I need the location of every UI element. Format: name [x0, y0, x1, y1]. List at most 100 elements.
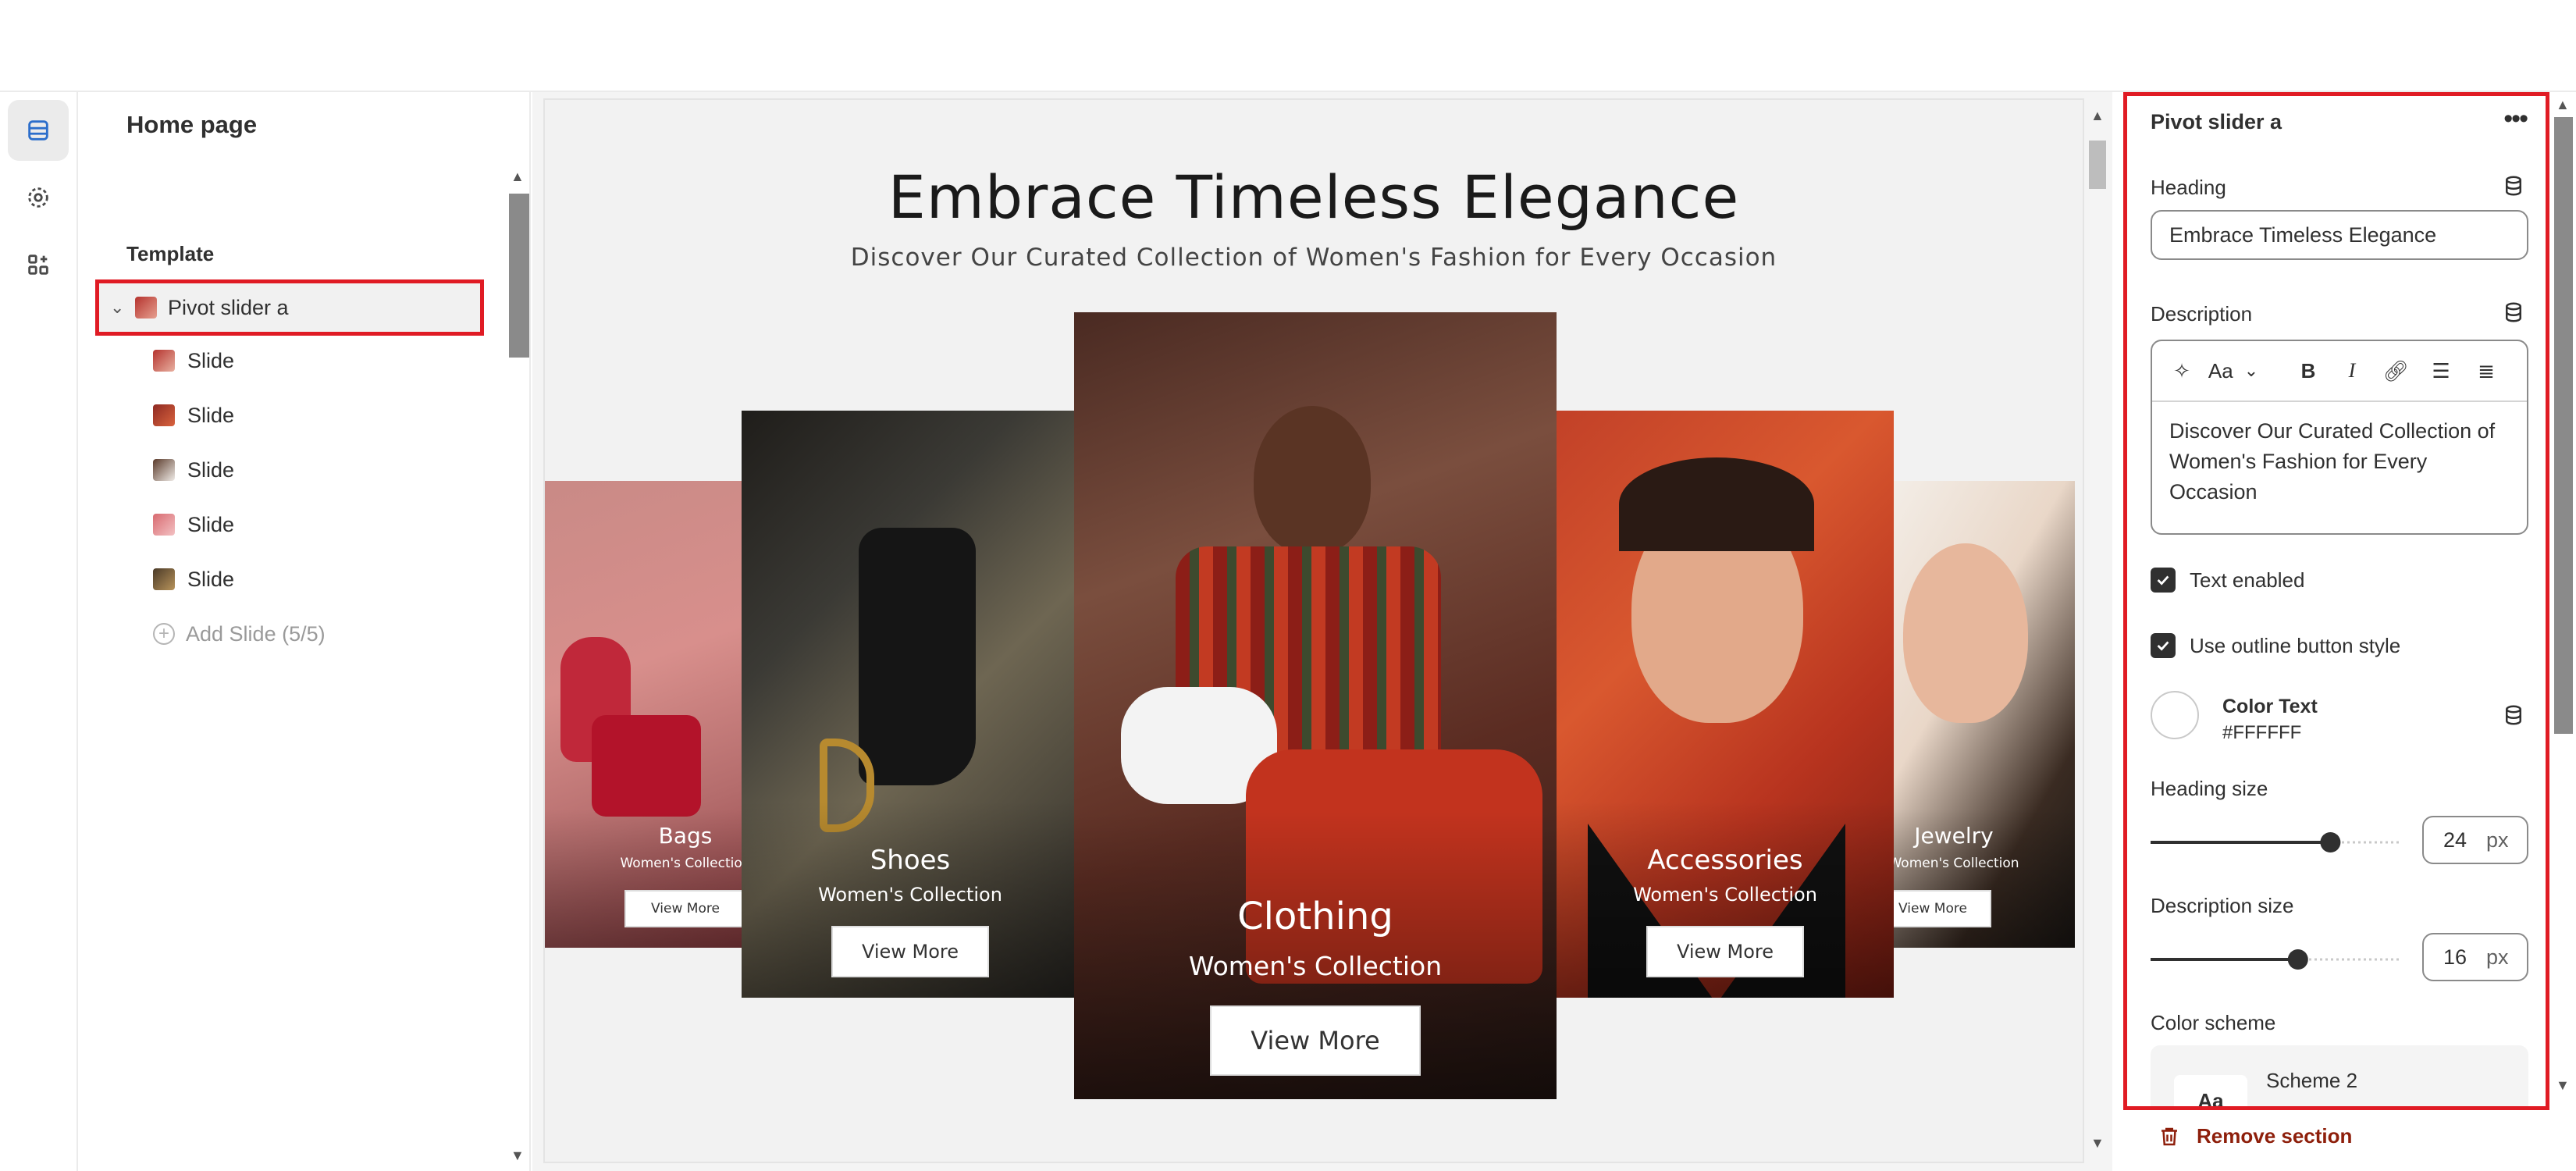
portrait-shape — [1903, 543, 2028, 723]
italic-icon[interactable]: I — [2336, 355, 2368, 386]
block-label: Slide — [187, 457, 235, 482]
handbag-shape — [592, 715, 701, 817]
slide-card-jewelry[interactable]: Jewelry Women's Collection View More — [1880, 481, 2075, 948]
slide-title: Clothing — [1237, 895, 1393, 938]
heading-label: Heading — [2151, 176, 2226, 199]
section-item-pivot-slider[interactable]: ⌄ Pivot slider a — [95, 279, 484, 336]
block-label: Slide — [187, 403, 235, 427]
text-enabled-checkbox[interactable]: Text enabled — [2151, 568, 2304, 593]
slide-thumbnail-icon — [153, 568, 175, 590]
slide-card-shoes[interactable]: Shoes Women's Collection View More — [742, 411, 1079, 998]
heading-input[interactable]: Embrace Timeless Elegance — [2151, 210, 2528, 260]
slide-card-clothing[interactable]: Clothing Women's Collection View More — [1074, 312, 1557, 1099]
add-slide-button[interactable]: + Add Slide (5/5) — [153, 610, 326, 657]
more-options-icon[interactable]: ••• — [2503, 104, 2528, 134]
view-more-button[interactable]: View More — [1210, 1005, 1421, 1076]
gear-icon — [28, 187, 48, 208]
block-label: Slide — [187, 512, 235, 536]
preview-canvas: Embrace Timeless Elegance Discover Our C… — [545, 100, 2083, 1162]
rte-toolbar: ✧ Aa ⌄ B I 🔗︎ ☰ ≣ — [2152, 341, 2527, 402]
block-item-slide[interactable]: Slide — [153, 501, 234, 548]
block-item-slide[interactable]: Slide — [153, 447, 234, 493]
preview-scrollbar[interactable] — [2089, 141, 2106, 189]
ai-sparkle-icon[interactable]: ✧ — [2166, 355, 2197, 386]
portrait-shape — [1254, 406, 1371, 554]
color-scheme-select[interactable]: Aa Scheme 2 — [2151, 1045, 2528, 1106]
slide-thumbnail-icon — [153, 514, 175, 536]
chevron-down-icon[interactable]: ⌄ — [110, 297, 129, 318]
outline-button-checkbox[interactable]: Use outline button style — [2151, 633, 2400, 658]
scroll-up-icon[interactable]: ▲ — [2556, 97, 2570, 113]
checkbox-checked-icon[interactable] — [2151, 568, 2176, 593]
color-text-swatch[interactable] — [2151, 691, 2199, 739]
trash-icon — [2161, 1127, 2177, 1145]
view-more-button[interactable]: View More — [831, 926, 989, 977]
description-size-label: Description size — [2151, 894, 2294, 917]
sections-icon — [28, 120, 48, 141]
view-more-button[interactable]: View More — [1880, 890, 1991, 927]
description-size-input[interactable]: 16 px — [2422, 933, 2528, 981]
template-group-label: Template — [126, 242, 215, 265]
bullet-list-icon[interactable]: ☰ — [2425, 355, 2457, 386]
scroll-up-icon[interactable]: ▲ — [511, 169, 525, 185]
description-label: Description — [2151, 302, 2253, 326]
scroll-down-icon[interactable]: ▼ — [511, 1148, 525, 1164]
dynamic-source-icon[interactable] — [2502, 703, 2525, 727]
scheme-preview-swatch: Aa — [2174, 1075, 2247, 1106]
slide-subtitle: Women's Collection — [1633, 884, 1817, 906]
view-more-button[interactable]: View More — [1646, 926, 1804, 977]
dynamic-source-icon[interactable] — [2502, 174, 2525, 198]
heading-size-value[interactable]: 24 — [2424, 828, 2486, 852]
description-size-slider[interactable] — [2151, 944, 2400, 975]
sections-nav-button[interactable] — [8, 100, 69, 161]
hair-shape — [1619, 457, 1814, 551]
slide-title: Shoes — [870, 845, 951, 876]
slide-subtitle: Women's Collection — [1888, 856, 2019, 871]
section-label: Pivot slider a — [168, 295, 289, 319]
add-slide-label: Add Slide (5/5) — [186, 621, 326, 646]
icon-rail — [0, 92, 78, 1171]
description-editor[interactable]: ✧ Aa ⌄ B I 🔗︎ ☰ ≣ Discover Our Curated Co… — [2151, 340, 2528, 535]
plus-circle-icon: + — [153, 623, 175, 645]
color-scheme-label: Color scheme — [2151, 1011, 2276, 1034]
scroll-down-icon[interactable]: ▼ — [2090, 1135, 2105, 1151]
scroll-down-icon[interactable]: ▼ — [2556, 1077, 2570, 1094]
description-size-value[interactable]: 16 — [2424, 945, 2486, 970]
section-settings-panel: Pivot slider a ••• Heading Embrace Timel… — [2123, 92, 2549, 1110]
top-bar — [0, 0, 2576, 92]
slide-card-accessories[interactable]: Accessories Women's Collection View More — [1557, 411, 1894, 998]
slider-heading: Embrace Timeless Elegance — [888, 162, 1740, 232]
settings-nav-button[interactable] — [8, 167, 69, 228]
link-icon[interactable]: 🔗︎ — [2380, 355, 2411, 386]
apps-icon — [28, 254, 48, 275]
panel-scrollbar[interactable] — [2554, 117, 2573, 734]
slide-subtitle: Women's Collection — [1188, 951, 1443, 981]
remove-section-button[interactable]: Remove section — [2158, 1124, 2352, 1148]
slide-title: Accessories — [1647, 845, 1803, 876]
slider-handle[interactable] — [2320, 832, 2341, 852]
bold-icon[interactable]: B — [2293, 355, 2324, 386]
checkbox-checked-icon[interactable] — [2151, 633, 2176, 658]
dynamic-source-icon[interactable] — [2502, 301, 2525, 324]
numbered-list-icon[interactable]: ≣ — [2471, 355, 2502, 386]
slide-card-bags[interactable]: Bags Women's Collection View More — [545, 481, 748, 948]
description-text[interactable]: Discover Our Curated Collection of Women… — [2169, 416, 2513, 507]
slider-handle[interactable] — [2287, 949, 2308, 970]
heading-size-slider[interactable] — [2151, 827, 2400, 858]
slide-thumbnail-icon — [153, 404, 175, 426]
chevron-down-icon: ⌄ — [2243, 361, 2259, 380]
sidebar-scrollbar[interactable] — [509, 194, 529, 358]
unit-label: px — [2486, 945, 2509, 969]
block-item-slide[interactable]: Slide — [153, 556, 234, 603]
block-label: Slide — [187, 567, 235, 591]
block-item-slide[interactable]: Slide — [153, 392, 234, 439]
heading-size-input[interactable]: 24 px — [2422, 816, 2528, 864]
color-text-label: Color Text — [2222, 696, 2318, 717]
text-enabled-label: Text enabled — [2190, 568, 2305, 592]
view-more-button[interactable]: View More — [624, 890, 746, 927]
block-label: Slide — [187, 348, 235, 372]
font-format-dropdown[interactable]: Aa ⌄ — [2202, 355, 2265, 386]
scroll-up-icon[interactable]: ▲ — [2090, 108, 2105, 124]
block-item-slide[interactable]: Slide — [153, 337, 234, 384]
apps-nav-button[interactable] — [8, 234, 69, 295]
